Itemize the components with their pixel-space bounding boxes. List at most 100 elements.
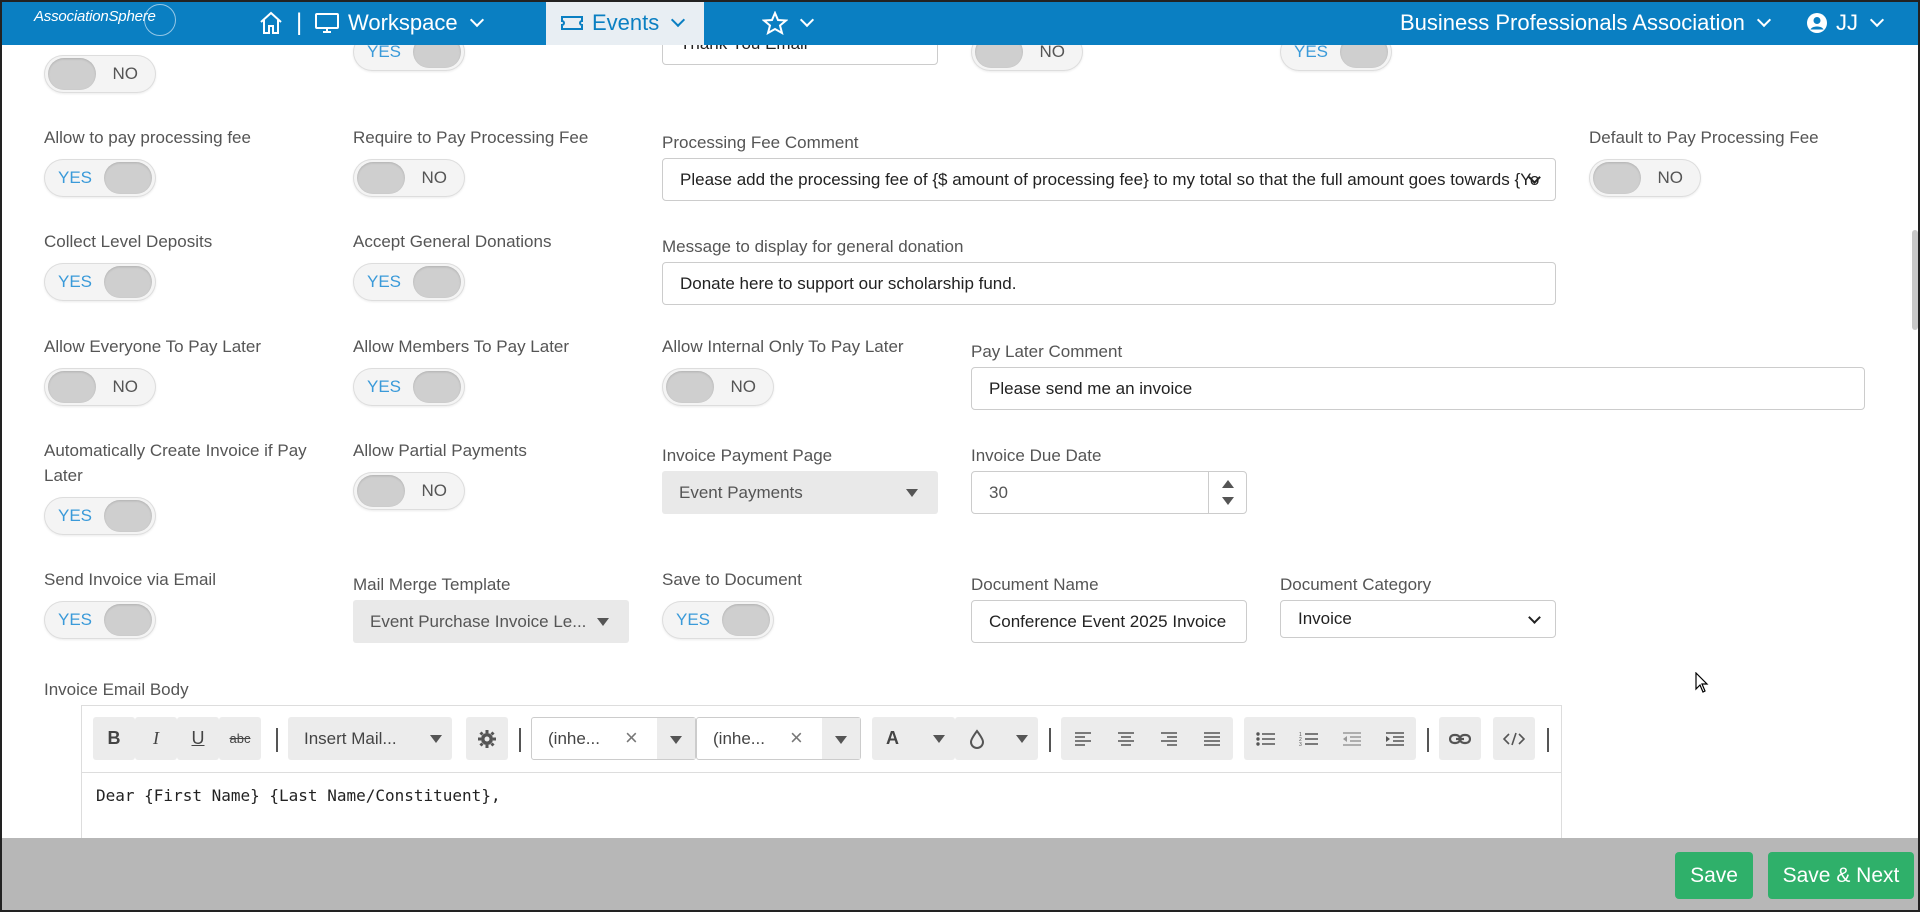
chevron-down-icon (1869, 12, 1885, 27)
app-logo[interactable]: AssociationSphere (34, 4, 176, 36)
chevron-down-icon (671, 12, 686, 27)
save-doc-toggle[interactable]: YES (662, 601, 774, 639)
due-date-label: Invoice Due Date (971, 446, 1102, 465)
nav-separator: | (296, 8, 303, 36)
favorites-menu[interactable] (762, 0, 815, 45)
top-navbar: AssociationSphere | Workspace Events Bus… (0, 0, 1920, 45)
email-template-select[interactable]: Thank You Email (662, 45, 938, 65)
stepper-buttons[interactable] (1208, 472, 1246, 513)
auto-invoice-toggle[interactable]: YES (44, 497, 156, 535)
monitor-icon (315, 12, 339, 33)
payment-page-select[interactable]: Event Payments (662, 471, 938, 514)
internal-pay-later-toggle[interactable]: NO (662, 368, 774, 406)
require-fee-toggle[interactable]: NO (353, 159, 465, 197)
bullet-list-icon[interactable] (1255, 731, 1276, 747)
globe-icon (144, 4, 176, 36)
nav-workspace[interactable]: Workspace (314, 0, 484, 45)
clear-icon[interactable]: × (625, 725, 638, 751)
donations-label: Accept General Donations (353, 232, 552, 251)
everyone-pay-later-toggle[interactable]: NO (44, 368, 156, 406)
cursor-icon (1695, 672, 1709, 693)
align-right-icon[interactable] (1160, 731, 1178, 747)
pay-later-comment-label: Pay Later Comment (971, 342, 1123, 361)
donation-message-input[interactable]: Donate here to support our scholarship f… (662, 262, 1556, 305)
doc-name-input[interactable]: Conference Event 2025 Invoice (971, 600, 1247, 643)
event-payment-settings: NO YES Thank You Email NO YES Allow to p… (0, 45, 1920, 838)
page-scrollbar[interactable] (1912, 230, 1918, 330)
top-toggle-1[interactable]: NO (44, 55, 156, 93)
fee-comment-select[interactable]: Please add the processing fee of {$ amou… (662, 158, 1556, 201)
italic-button[interactable]: I (135, 717, 177, 760)
donations-toggle[interactable]: YES (353, 263, 465, 301)
allow-fee-toggle[interactable]: YES (44, 159, 156, 197)
list-group: 123 (1244, 717, 1416, 760)
org-switcher[interactable]: Business Professionals Association (1400, 0, 1771, 45)
allow-fee-label: Allow to pay processing fee (44, 128, 251, 147)
caret-down-icon (597, 618, 609, 626)
email-body-content[interactable]: Dear {First Name} {Last Name/Constituent… (96, 786, 501, 805)
chevron-down-icon (469, 12, 484, 27)
partial-payments-label: Allow Partial Payments (353, 441, 527, 460)
deposits-toggle[interactable]: YES (44, 263, 156, 301)
align-left-icon[interactable] (1074, 731, 1092, 747)
default-fee-toggle[interactable]: NO (1589, 159, 1701, 197)
send-email-toggle[interactable]: YES (44, 601, 156, 639)
indent-icon[interactable] (1385, 731, 1405, 747)
chevron-down-icon (799, 12, 815, 27)
caret-down-icon (835, 736, 847, 744)
font-family-select[interactable]: (inhe... × (531, 717, 696, 760)
user-menu[interactable]: JJ (1806, 0, 1885, 45)
highlight-color-button[interactable] (955, 717, 1038, 760)
internal-pay-later-label: Allow Internal Only To Pay Later (662, 337, 904, 356)
star-icon (762, 10, 788, 35)
doc-category-label: Document Category (1280, 575, 1432, 594)
pay-later-comment-input[interactable]: Please send me an invoice (971, 367, 1865, 410)
save-doc-label: Save to Document (662, 570, 802, 589)
bold-button[interactable]: B (93, 717, 135, 760)
gear-icon[interactable] (466, 717, 508, 760)
template-select[interactable]: Event Purchase Invoice Le... (353, 600, 629, 643)
default-fee-label: Default to Pay Processing Fee (1589, 128, 1819, 147)
fee-comment-label: Processing Fee Comment (662, 133, 859, 152)
top-toggle-5[interactable]: YES (1280, 45, 1392, 71)
partial-payments-toggle[interactable]: NO (353, 472, 465, 510)
insert-mail-merge-select[interactable]: Insert Mail... (288, 717, 452, 760)
top-toggle-2[interactable]: YES (353, 45, 465, 71)
font-size-select[interactable]: (inhe... × (696, 717, 861, 760)
code-view-icon[interactable] (1493, 717, 1535, 760)
save-next-button[interactable]: Save & Next (1768, 852, 1914, 899)
user-icon (1807, 12, 1827, 33)
save-button[interactable]: Save (1675, 852, 1753, 899)
members-pay-later-toggle[interactable]: YES (353, 368, 465, 406)
send-email-label: Send Invoice via Email (44, 570, 216, 589)
outdent-icon[interactable] (1342, 731, 1362, 747)
doc-category-select[interactable]: Invoice (1280, 600, 1556, 638)
clear-icon[interactable]: × (790, 725, 803, 751)
numbered-list-icon[interactable]: 123 (1299, 731, 1319, 747)
link-icon[interactable] (1439, 717, 1481, 760)
top-toggle-4[interactable]: NO (971, 45, 1083, 71)
everyone-pay-later-label: Allow Everyone To Pay Later (44, 337, 262, 356)
caret-down-icon[interactable] (1222, 497, 1234, 505)
email-body-label: Invoice Email Body (44, 680, 189, 699)
editor-toolbar: B I U abc Insert Mail... (inhe... × (inh… (82, 706, 1561, 773)
caret-down-icon (670, 736, 682, 744)
align-justify-icon[interactable] (1203, 731, 1221, 747)
caret-down-icon (933, 735, 945, 743)
strikethrough-button[interactable]: abc (219, 717, 261, 760)
due-date-stepper[interactable]: 30 (971, 471, 1247, 514)
template-label: Mail Merge Template (353, 575, 511, 594)
home-icon[interactable] (258, 0, 284, 45)
underline-button[interactable]: U (177, 717, 219, 760)
caret-up-icon[interactable] (1222, 480, 1234, 488)
payment-page-label: Invoice Payment Page (662, 446, 833, 465)
nav-events[interactable]: Events (546, 0, 704, 45)
donation-message-label: Message to display for general donation (662, 237, 964, 256)
doc-name-label: Document Name (971, 575, 1099, 594)
members-pay-later-label: Allow Members To Pay Later (353, 337, 570, 356)
font-color-button[interactable]: A (872, 717, 955, 760)
align-center-icon[interactable] (1117, 731, 1135, 747)
auto-invoice-label: Automatically Create Invoice if Pay Later (44, 441, 307, 485)
action-footer: Save Save & Next (0, 838, 1920, 912)
email-body-editor[interactable]: B I U abc Insert Mail... (inhe... × (inh… (81, 705, 1562, 838)
